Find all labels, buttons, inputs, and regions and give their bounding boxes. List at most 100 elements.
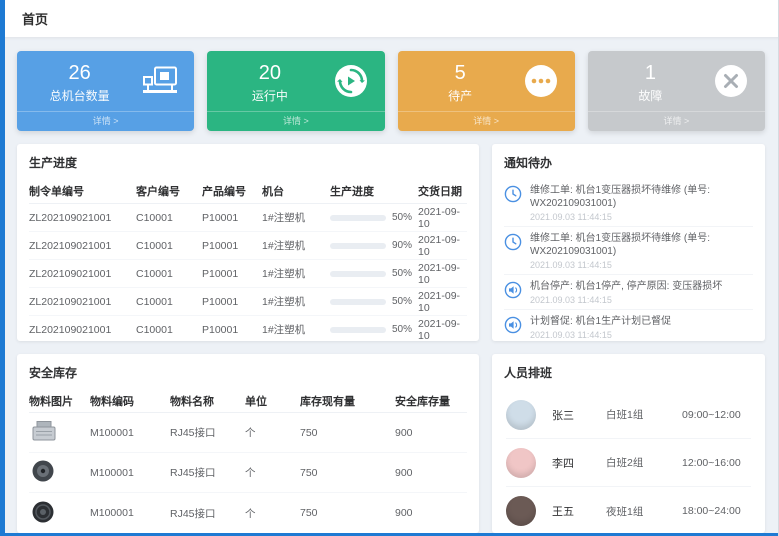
customer-number: C10001: [136, 268, 202, 280]
production-progress-panel: 生产进度 制令单编号 客户编号 产品编号 机台 生产进度 交货日期 ZL2021…: [17, 144, 479, 341]
stat-card-text: 26 总机台数量: [17, 58, 142, 104]
card-detail-link[interactable]: 详情 >: [17, 111, 194, 131]
progress-bar: [330, 327, 386, 333]
notification-item[interactable]: 计划督促: 机台1生产计划已督促 2021.09.03 11:44:15: [504, 310, 753, 341]
staff-time-range: 09:00~12:00: [682, 409, 741, 421]
stat-card-main: 1 故障: [588, 51, 765, 111]
progress-bar: [330, 243, 386, 249]
staff-name: 李四: [552, 455, 606, 471]
safety-stock: 900: [395, 507, 467, 519]
machine-name: 1#注塑机: [262, 238, 330, 253]
card-detail-link[interactable]: 详情 >: [588, 111, 765, 131]
staff-time-range: 12:00~16:00: [682, 457, 741, 469]
production-table-header: 制令单编号 客户编号 产品编号 机台 生产进度 交货日期: [29, 179, 467, 204]
left-accent-bar: [0, 0, 5, 536]
progress-percent: 50%: [392, 212, 412, 223]
notifications-panel: 通知待办 维修工单: 机台1变压器损坏待维修 (单号: WX202109: [492, 144, 765, 341]
stat-card[interactable]: 5 待产 详情 >: [398, 51, 575, 131]
waiting-icon: [523, 64, 559, 98]
material-name: RJ45接口: [170, 465, 245, 480]
notification-text: 维修工单: 机台1变压器损坏待维修 (单号: WX202109031001): [530, 232, 753, 258]
machine-name: 1#注塑机: [262, 322, 330, 337]
running-icon: [333, 64, 369, 98]
material-image-cell: [29, 459, 90, 486]
col-date: 交货日期: [418, 183, 467, 199]
notification-body: 机台停产: 机台1停产, 停产原因: 变压器损坏 2021.09.03 11:4…: [530, 280, 722, 305]
notification-body: 计划督促: 机台1生产计划已督促 2021.09.03 11:44:15: [530, 315, 671, 340]
delivery-date: 2021-09-10: [418, 318, 467, 342]
product-number: P10001: [202, 212, 262, 224]
current-stock: 750: [300, 507, 395, 519]
avatar: [506, 448, 536, 478]
card-detail-link[interactable]: 详情 >: [398, 111, 575, 131]
notification-item[interactable]: 维修工单: 机台1变压器损坏待维修 (单号: WX202109031001) 2…: [504, 227, 753, 275]
delivery-date: 2021-09-10: [418, 290, 467, 314]
progress-bar: [330, 215, 386, 221]
notification-body: 维修工单: 机台1变压器损坏待维修 (单号: WX202109031001) 2…: [530, 232, 753, 270]
notification-text: 计划督促: 机台1生产计划已督促: [530, 315, 671, 328]
stat-card[interactable]: 1 故障 详情 >: [588, 51, 765, 131]
material-unit: 个: [245, 425, 300, 440]
plug-image: [29, 459, 57, 486]
machine-icon: [142, 64, 178, 98]
stat-value: 20: [207, 62, 332, 84]
col-customer: 客户编号: [136, 183, 202, 199]
material-name: RJ45接口: [170, 506, 245, 521]
production-row: ZL202109021001 C10001 P10001 1#注塑机 50% 2…: [29, 288, 467, 316]
production-row: ZL202109021001 C10001 P10001 1#注塑机 90% 2…: [29, 232, 467, 260]
notification-item[interactable]: 机台停产: 机台1停产, 停产原因: 变压器损坏 2021.09.03 11:4…: [504, 275, 753, 310]
card-detail-link[interactable]: 详情 >: [207, 111, 384, 131]
notification-body: 维修工单: 机台1变压器损坏待维修 (单号: WX202109031001) 2…: [530, 184, 753, 222]
material-code: M100001: [90, 467, 170, 479]
progress-cell: 50%: [330, 296, 418, 307]
staff-shift: 白班2组: [606, 455, 682, 470]
progress-cell: 50%: [330, 268, 418, 279]
inventory-table: 物料图片 物料编码 物料名称 单位 库存现有量 安全库存量: [17, 389, 479, 533]
production-row: ZL202109021001 C10001 P10001 1#注塑机 50% 2…: [29, 260, 467, 288]
stat-cards: 26 总机台数量: [17, 51, 765, 131]
stat-label: 待产: [398, 87, 523, 104]
customer-number: C10001: [136, 212, 202, 224]
stat-card[interactable]: 20 运行中: [207, 51, 384, 131]
page-title: 首页: [22, 9, 48, 28]
notification-timestamp: 2021.09.03 11:44:15: [530, 212, 753, 222]
notification-item[interactable]: 维修工单: 机台1变压器损坏待维修 (单号: WX202109031001) 2…: [504, 179, 753, 227]
staff-time-range: 18:00~24:00: [682, 505, 741, 517]
stat-value: 5: [398, 62, 523, 84]
speaker-icon: [504, 281, 522, 299]
clock-icon: [504, 185, 522, 203]
order-number: ZL202109021001: [29, 212, 136, 224]
stat-value: 26: [17, 62, 142, 84]
connector-image: [29, 419, 59, 446]
inventory-row: M100001 RJ45接口 个 750 900: [29, 453, 467, 493]
inventory-table-header: 物料图片 物料编码 物料名称 单位 库存现有量 安全库存量: [29, 389, 467, 413]
material-unit: 个: [245, 465, 300, 480]
safety-stock-panel: 安全库存 物料图片 物料编码 物料名称 单位 库存现有量 安全库存量: [17, 354, 479, 533]
stat-card[interactable]: 26 总机台数量: [17, 51, 194, 131]
order-number: ZL202109021001: [29, 324, 136, 336]
progress-bar: [330, 271, 386, 277]
progress-percent: 50%: [392, 324, 412, 335]
col-material-image: 物料图片: [29, 393, 90, 409]
notification-text: 维修工单: 机台1变压器损坏待维修 (单号: WX202109031001): [530, 184, 753, 210]
stat-label: 总机台数量: [17, 87, 142, 104]
notification-text: 机台停产: 机台1停产, 停产原因: 变压器损坏: [530, 280, 722, 293]
customer-number: C10001: [136, 240, 202, 252]
speaker-icon: [504, 316, 522, 334]
customer-number: C10001: [136, 296, 202, 308]
material-image-cell: [29, 500, 90, 527]
staff-schedule-panel: 人员排班 张三 白班1组 09:00~12:00 李四 白班2组 12:0: [492, 354, 765, 533]
inventory-table-body: M100001 RJ45接口 个 750 900: [29, 413, 467, 533]
stat-value: 1: [588, 62, 713, 84]
production-row: ZL202109021001 C10001 P10001 1#注塑机 50% 2…: [29, 204, 467, 232]
order-number: ZL202109021001: [29, 268, 136, 280]
col-safety-stock: 安全库存量: [395, 393, 467, 409]
material-code: M100001: [90, 427, 170, 439]
schedule-row: 李四 白班2组 12:00~16:00: [506, 439, 751, 487]
stat-card-text: 1 故障: [588, 58, 713, 104]
material-unit: 个: [245, 506, 300, 521]
machine-name: 1#注塑机: [262, 210, 330, 225]
page-header: 首页: [0, 0, 779, 38]
col-machine: 机台: [262, 183, 330, 199]
fault-icon: [713, 64, 749, 98]
